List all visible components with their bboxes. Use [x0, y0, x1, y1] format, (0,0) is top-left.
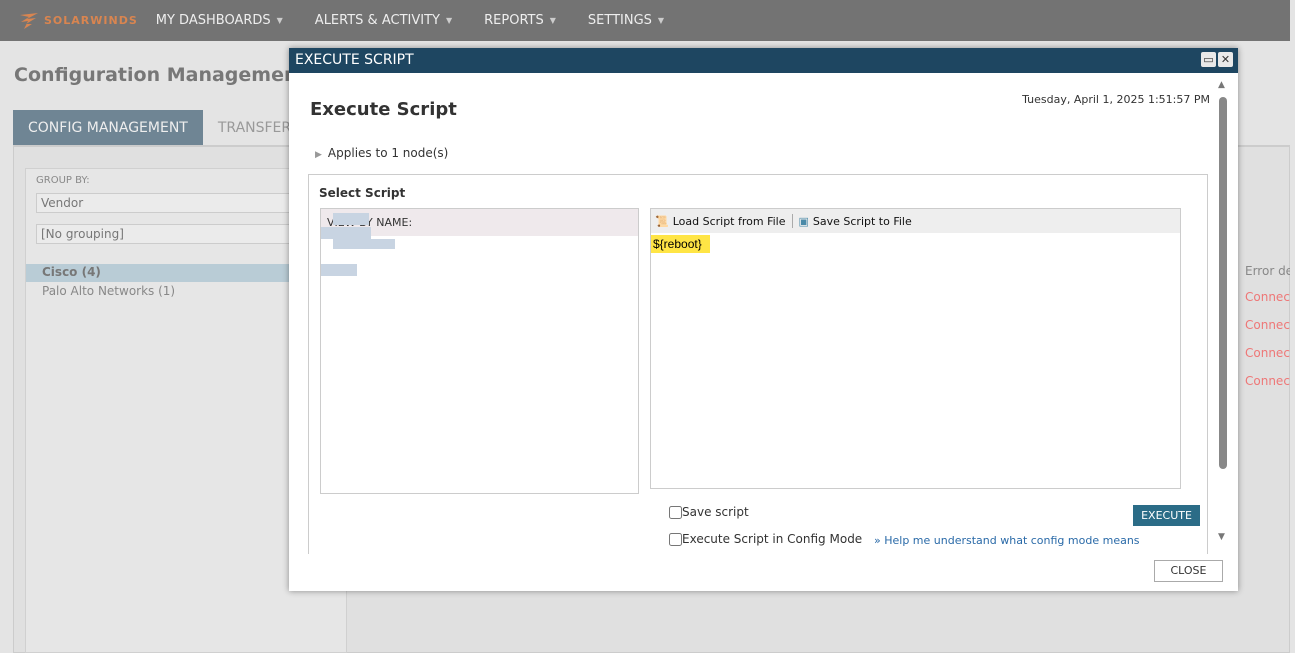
column-header-error: Error de: [1245, 264, 1290, 278]
logo-flame-icon: [20, 12, 38, 29]
editor-toolbar: 📜 Load Script from File ▣ Save Script to F…: [651, 209, 1180, 233]
grouping-select[interactable]: [No grouping]: [36, 224, 326, 244]
script-list-item[interactable]: [321, 264, 357, 276]
save-script-checkbox[interactable]: Save script: [669, 505, 749, 519]
solarwinds-logo[interactable]: SOLARWINDS: [18, 12, 138, 30]
checkbox-label: Execute Script in Config Mode: [682, 532, 863, 546]
nav-label: REPORTS: [484, 13, 544, 28]
brand-name: SOLARWINDS: [44, 14, 138, 27]
error-cell: Connect: [1245, 290, 1290, 304]
expand-arrow-icon: ▶: [315, 150, 322, 160]
dialog-scrollbar[interactable]: ▲ ▼: [1218, 80, 1228, 548]
group-by-label: GROUP BY:: [36, 175, 90, 186]
checkbox-label: Save script: [682, 505, 749, 519]
config-mode-help-link[interactable]: » Help me understand what config mode me…: [874, 534, 1140, 547]
section-title: Select Script: [319, 186, 406, 200]
load-script-button[interactable]: Load Script from File: [673, 215, 786, 228]
nav-label: SETTINGS: [587, 13, 652, 28]
caret-down-icon: ▼: [549, 16, 556, 25]
scroll-down-icon[interactable]: ▼: [1218, 532, 1225, 542]
nav-label: ALERTS & ACTIVITY: [314, 13, 440, 28]
tree-item-label: Palo Alto Networks (1): [42, 284, 176, 298]
load-file-icon: 📜: [655, 214, 669, 228]
script-list-item[interactable]: [333, 239, 395, 249]
timestamp: Tuesday, April 1, 2025 1:51:57 PM: [1022, 93, 1210, 106]
checkbox[interactable]: [669, 505, 682, 519]
caret-down-icon: ▼: [657, 16, 665, 25]
nav-reports[interactable]: REPORTS ▼: [484, 13, 556, 28]
nav-alerts-activity[interactable]: ALERTS & ACTIVITY ▼: [315, 13, 452, 28]
script-list-item[interactable]: [321, 227, 371, 239]
scrollbar-thumb[interactable]: [1219, 97, 1227, 469]
execute-script-dialog: EXECUTE SCRIPT ▭ ✕ Execute Script Tuesday…: [289, 48, 1238, 591]
script-list[interactable]: VIEW BY NAME:: [320, 208, 639, 494]
dialog-header: EXECUTE SCRIPT ▭ ✕: [289, 48, 1238, 73]
close-icon[interactable]: ✕: [1218, 52, 1233, 67]
nav-settings[interactable]: SETTINGS ▼: [588, 13, 664, 28]
save-script-to-file-button[interactable]: Save Script to File: [813, 215, 912, 228]
top-nav-bar: SOLARWINDS MY DASHBOARDS ▼ ALERTS & ACTIV…: [0, 0, 1290, 41]
error-cell: Connect: [1245, 346, 1290, 360]
tree-item-label: Cisco (4): [42, 265, 101, 279]
select-script-section: Select Script VIEW BY NAME: 📜 Load Script…: [308, 174, 1208, 554]
maximize-icon[interactable]: ▭: [1201, 52, 1216, 67]
applies-label: Applies to 1 node(s): [327, 146, 449, 160]
error-cell: Connect: [1245, 318, 1290, 332]
error-cell: Connect: [1245, 374, 1290, 388]
dialog-header-title: EXECUTE SCRIPT: [295, 52, 414, 68]
dialog-title: Execute Script: [310, 99, 457, 120]
script-list-item[interactable]: [333, 213, 369, 225]
page-title: Configuration Management: [14, 64, 307, 86]
tab-config-management[interactable]: CONFIG MANAGEMENT: [13, 110, 203, 145]
applies-to-toggle[interactable]: ▶ Applies to 1 node(s): [315, 146, 454, 160]
nav-label: MY DASHBOARDS: [155, 13, 271, 28]
close-button[interactable]: CLOSE: [1154, 560, 1223, 582]
config-mode-checkbox[interactable]: Execute Script in Config Mode: [669, 532, 862, 546]
caret-down-icon: ▼: [445, 16, 453, 25]
scroll-up-icon[interactable]: ▲: [1218, 80, 1225, 90]
checkbox[interactable]: [669, 532, 682, 546]
group-by-select[interactable]: Vendor: [36, 193, 326, 213]
toolbar-divider: [791, 214, 793, 228]
caret-down-icon: ▼: [276, 16, 283, 25]
save-disk-icon: ▣: [798, 214, 809, 228]
script-content[interactable]: ${reboot}: [651, 235, 710, 253]
script-editor[interactable]: 📜 Load Script from File ▣ Save Script to F…: [650, 208, 1181, 489]
tree-item-palo-alto[interactable]: Palo Alto Networks (1): [42, 284, 175, 298]
nav-my-dashboards[interactable]: MY DASHBOARDS ▼: [156, 13, 283, 28]
execute-button[interactable]: EXECUTE: [1133, 505, 1200, 526]
